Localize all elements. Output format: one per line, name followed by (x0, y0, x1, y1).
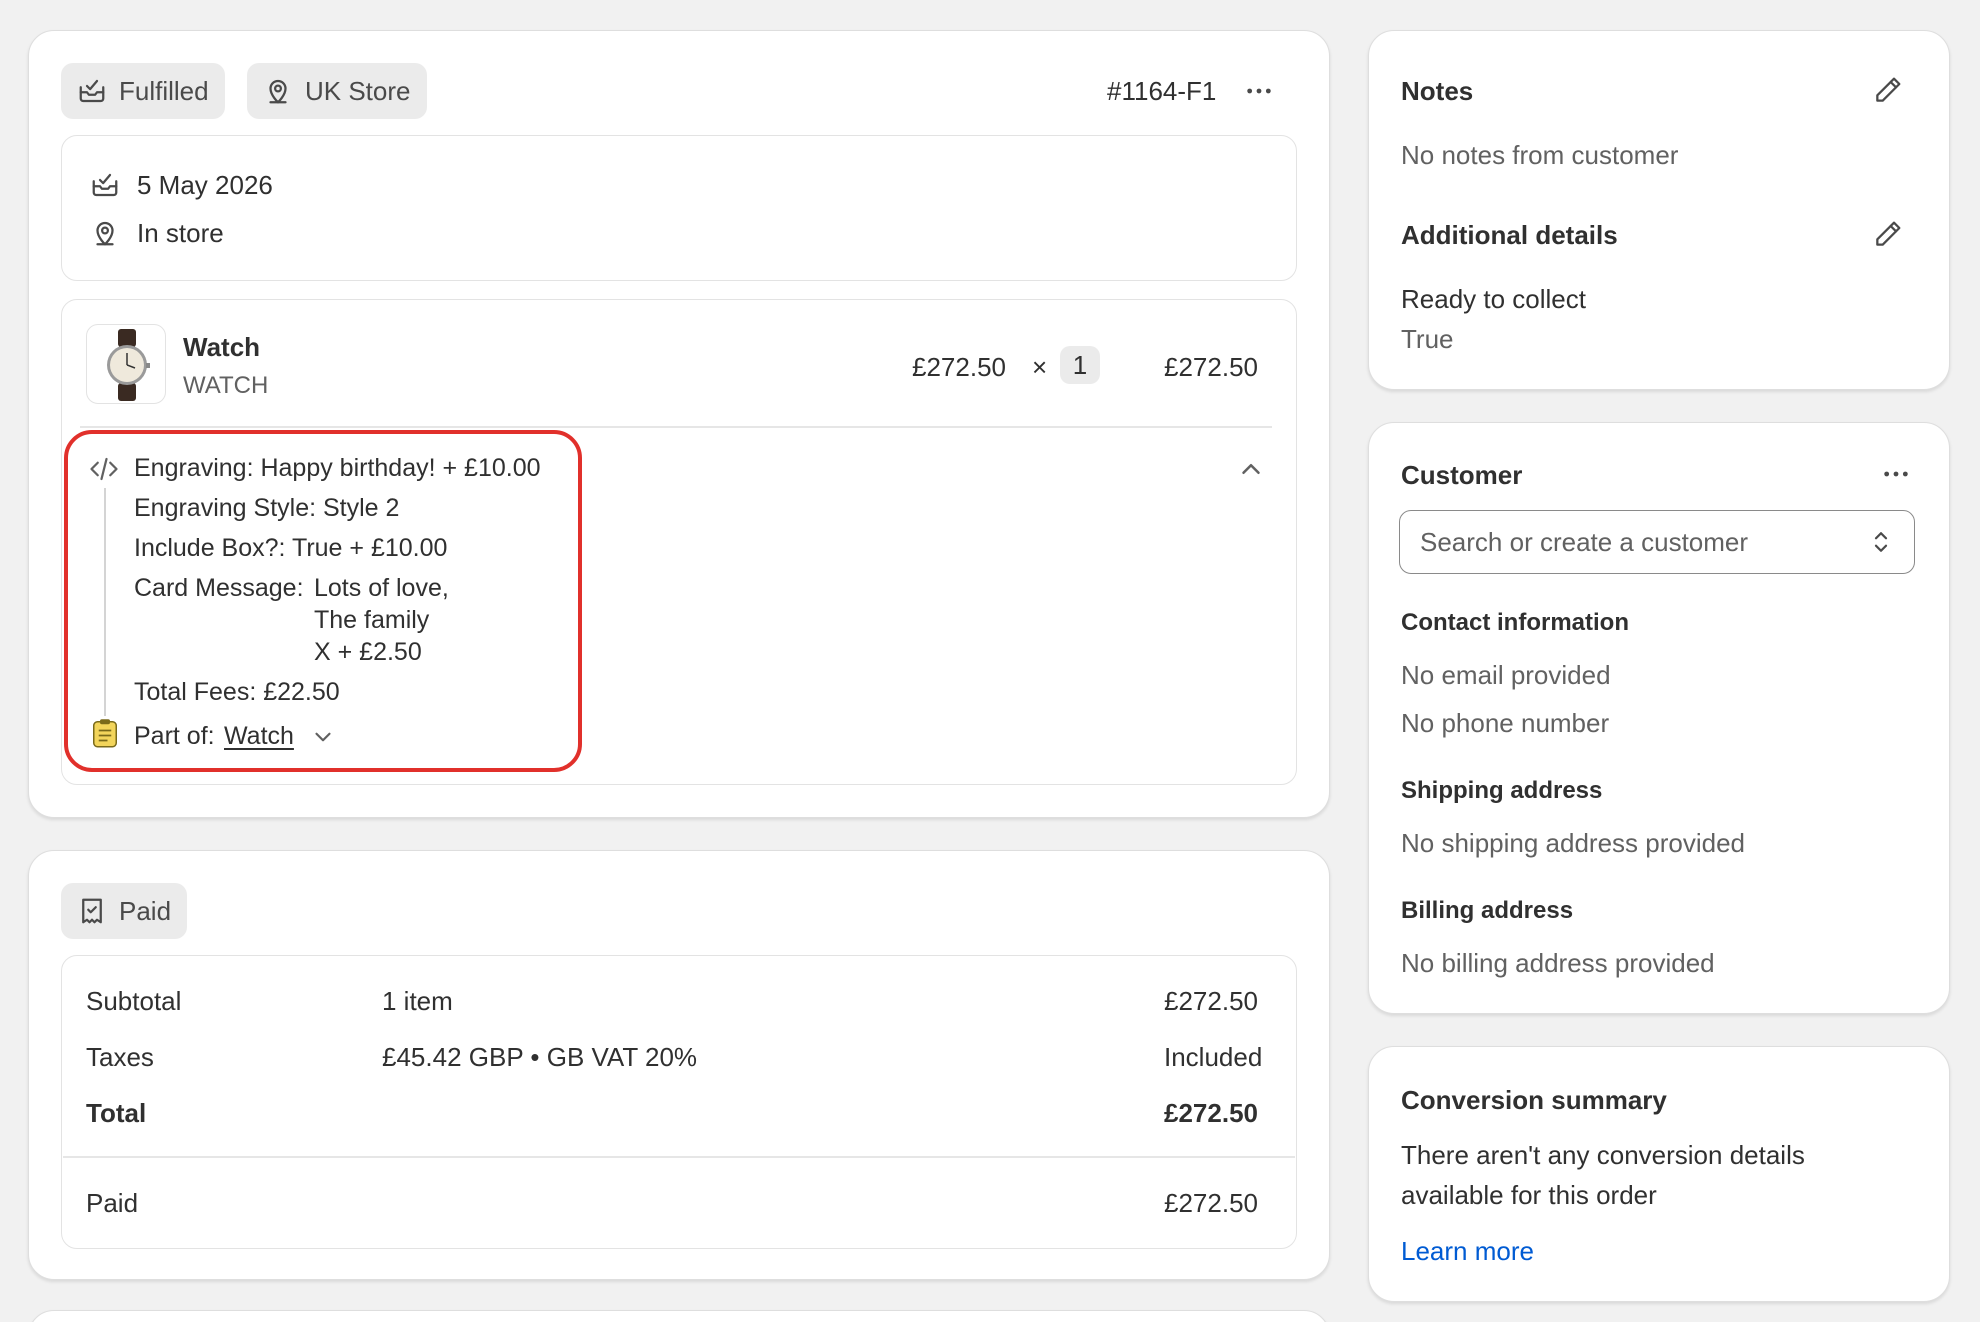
learn-more-link[interactable]: Learn more (1401, 1236, 1534, 1267)
times-symbol: × (1032, 352, 1048, 382)
code-icon (88, 454, 120, 484)
paid-amount: £272.50 (1164, 1188, 1258, 1218)
property-card-message-line: Lots of love, (314, 574, 449, 602)
product-sku: WATCH (183, 372, 269, 399)
additional-detail-value: True (1401, 324, 1454, 354)
fulfilled-box-icon (77, 76, 107, 106)
property-engraving: Engraving: Happy birthday! + £10.00 (134, 454, 541, 482)
paid-status-label: Paid (119, 895, 172, 926)
conversion-text-line2: available for this order (1401, 1180, 1657, 1210)
order-id: #1164-F1 (1107, 76, 1217, 106)
customer-title: Customer (1401, 460, 1523, 490)
product-name[interactable]: Watch (183, 332, 260, 363)
location-pin-icon (263, 76, 293, 106)
notes-text: No notes from customer (1401, 140, 1679, 170)
paid-label: Paid (86, 1188, 139, 1218)
payment-divider (63, 1156, 1295, 1158)
taxes-detail[interactable]: £45.42 GBP • GB VAT 20% (382, 1042, 697, 1073)
fulfilled-status-badge: Fulfilled (61, 63, 225, 119)
property-card-message-line: X + £2.50 (314, 638, 422, 666)
subtotal-detail: 1 item (382, 986, 453, 1016)
line-total: £272.50 (1164, 352, 1258, 382)
watch-image (107, 329, 150, 401)
notes-title: Notes (1401, 76, 1474, 106)
fulfillment-method: In store (137, 218, 224, 248)
total-label: Total (86, 1098, 147, 1128)
billing-address-title: Billing address (1401, 897, 1574, 924)
shipping-address-title: Shipping address (1401, 777, 1603, 804)
customer-search-input[interactable]: Search or create a customer (1399, 510, 1915, 574)
conversion-text-line1: There aren't any conversion details (1401, 1140, 1805, 1170)
customer-search-placeholder: Search or create a customer (1420, 526, 1749, 557)
total-amount: £272.50 (1164, 1098, 1258, 1128)
shipping-address-text: No shipping address provided (1401, 828, 1745, 858)
part-of-label: Part of: (134, 722, 215, 750)
pencil-edit-icon[interactable] (1872, 218, 1904, 250)
fulfillment-info-box (61, 135, 1297, 281)
subtotal-amount: £272.50 (1164, 986, 1258, 1016)
subtotal-label: Subtotal (86, 986, 182, 1016)
customer-phone: No phone number (1401, 708, 1610, 738)
fulfillment-date: 5 May 2026 (137, 170, 273, 200)
clipboard-icon (92, 718, 118, 748)
fulfilled-box-icon (90, 170, 120, 200)
taxes-label: Taxes (86, 1042, 154, 1072)
property-card-message-label: Card Message: (134, 574, 304, 602)
product-thumbnail[interactable] (86, 324, 166, 404)
chevron-down-icon[interactable] (310, 724, 336, 750)
property-include-box: Include Box?: True + £10.00 (134, 534, 448, 562)
additional-detail-label: Ready to collect (1401, 284, 1586, 314)
chevron-up-icon[interactable] (1236, 454, 1266, 484)
receipt-check-icon (77, 896, 107, 926)
location-label: UK Store (305, 75, 411, 106)
taxes-amount: Included (1164, 1042, 1263, 1072)
billing-address-text: No billing address provided (1401, 948, 1715, 978)
unit-price: £272.50 (912, 352, 1006, 382)
property-total-fees: Total Fees: £22.50 (134, 678, 340, 706)
payment-summary-box (61, 955, 1297, 1249)
additional-details-title: Additional details (1401, 220, 1618, 250)
part-of-link[interactable]: Watch (224, 722, 294, 751)
property-connector-line (104, 488, 106, 716)
property-card-message-line: The family (314, 606, 430, 634)
line-item-divider (80, 426, 1272, 428)
location-badge: UK Store (247, 63, 427, 119)
more-horizontal-icon[interactable] (1241, 75, 1277, 107)
contact-info-title: Contact information (1401, 609, 1629, 636)
fulfilled-status-label: Fulfilled (119, 75, 209, 106)
quantity-badge: 1 (1060, 346, 1100, 384)
conversion-title: Conversion summary (1401, 1085, 1667, 1115)
pencil-edit-icon[interactable] (1872, 74, 1904, 106)
more-horizontal-icon[interactable] (1878, 458, 1914, 490)
customer-email: No email provided (1401, 660, 1611, 690)
location-pin-icon (90, 218, 120, 248)
paid-status-badge: Paid (61, 883, 188, 939)
select-updown-icon[interactable] (1866, 526, 1896, 558)
next-card-partial (28, 1310, 1330, 1322)
property-engraving-style: Engraving Style: Style 2 (134, 494, 400, 522)
